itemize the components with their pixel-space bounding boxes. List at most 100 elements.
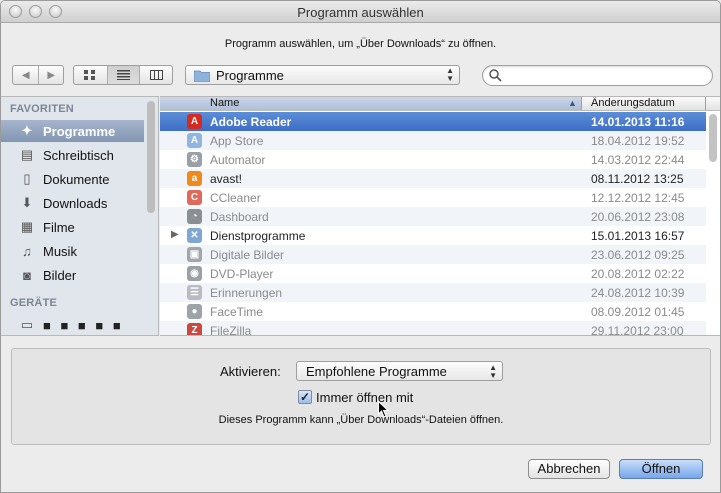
app-icon: A	[187, 133, 202, 148]
file-name: FaceTime	[210, 305, 263, 319]
app-icon: ✕	[187, 228, 202, 243]
list-icon	[116, 70, 130, 80]
file-name: Automator	[210, 153, 266, 167]
grid-icon	[84, 70, 96, 80]
icon-view-button[interactable]	[74, 66, 107, 84]
file-date: 18.04.2012 19:52	[591, 134, 685, 148]
history-nav: ◀ ▶	[12, 65, 64, 85]
date-column-header[interactable]: Änderungsdatum	[591, 97, 675, 109]
sidebar: FAVORITEN ✦ Programme ▤ Schreibtisch ▯ D…	[1, 96, 159, 336]
sidebar-item-filme[interactable]: ▦ Filme	[1, 216, 144, 238]
file-row[interactable]: ◉ DVD-Player 20.08.2012 02:22	[160, 264, 706, 283]
devices-header: GERÄTE	[10, 297, 58, 309]
back-button[interactable]: ◀	[13, 66, 38, 84]
app-icon: ◉	[187, 266, 202, 281]
file-date: 24.08.2012 10:39	[591, 286, 685, 300]
sidebar-scrollbar[interactable]	[147, 101, 155, 213]
file-row[interactable]: a avast! 08.11.2012 13:25	[160, 169, 706, 188]
file-row[interactable]: ▶ ✕ Dienstprogramme 15.01.2013 16:57	[160, 226, 706, 245]
file-row[interactable]: ◔ Dashboard 20.06.2012 23:08	[160, 207, 706, 226]
location-label: Programme	[216, 67, 284, 83]
sidebar-item-musik[interactable]: ♫ Musik	[1, 240, 144, 262]
name-column-header[interactable]: Name	[160, 97, 582, 110]
search-field[interactable]	[482, 65, 713, 86]
options-panel: Aktivieren: Empfohlene Programme ▲ ▼ ✓ Im…	[11, 348, 711, 445]
app-icon: A	[187, 114, 202, 129]
app-icon: ▣	[187, 247, 202, 262]
enable-popup[interactable]: Empfohlene Programme ▲ ▼	[296, 361, 503, 381]
file-name: Erinnerungen	[210, 286, 283, 300]
sidebar-item-label: Dokumente	[43, 171, 110, 187]
file-date: 20.06.2012 23:08	[591, 210, 685, 224]
column-divider	[705, 97, 706, 110]
file-row[interactable]: A App Store 18.04.2012 19:52	[160, 131, 706, 150]
sidebar-item-downloads[interactable]: ⬇ Downloads	[1, 192, 144, 214]
sidebar-item-schreibtisch[interactable]: ▤ Schreibtisch	[1, 144, 144, 166]
file-list: Name ▲ Änderungsdatum A Adobe Reader 14.01…	[160, 96, 720, 336]
sidebar-item-device[interactable]: ▭ ■ ■ ■ ■ ■	[1, 314, 144, 335]
sidebar-item-label: Programme	[43, 123, 116, 139]
always-open-checkbox[interactable]: ✓	[298, 390, 312, 404]
app-icon: ☰	[187, 285, 202, 300]
file-row[interactable]: Z FileZilla 29.11.2012 23:00	[160, 321, 706, 336]
file-row[interactable]: ● FaceTime 08.09.2012 01:45	[160, 302, 706, 321]
file-date: 12.12.2012 12:45	[591, 191, 685, 205]
open-button[interactable]: Öffnen	[619, 459, 703, 479]
file-date: 23.06.2012 09:25	[591, 248, 685, 262]
enable-label: Aktivieren:	[220, 364, 281, 379]
list-view-button[interactable]	[106, 66, 140, 84]
file-row[interactable]: ▣ Digitale Bilder 23.06.2012 09:25	[160, 245, 706, 264]
disk-icon: ▭	[20, 317, 34, 332]
sidebar-item-label: Bilder	[43, 267, 77, 283]
sort-ascending-icon: ▲	[568, 98, 577, 108]
sidebar-item-dokumente[interactable]: ▯ Dokumente	[1, 168, 144, 190]
app-icon: a	[187, 171, 202, 186]
pictures-icon: ◙	[23, 267, 31, 283]
file-name: Adobe Reader	[210, 115, 292, 129]
sidebar-item-label: Musik	[43, 243, 77, 259]
documents-icon: ▯	[23, 171, 31, 186]
search-icon	[489, 69, 502, 82]
file-name: App Store	[210, 134, 264, 148]
sidebar-item-programme[interactable]: ✦ Programme	[1, 120, 144, 142]
cancel-button[interactable]: Abbrechen	[528, 459, 610, 479]
location-popup[interactable]: Programme ▲ ▼	[185, 65, 460, 85]
checkmark-icon: ✓	[299, 390, 311, 404]
file-name: Dashboard	[210, 210, 269, 224]
file-name: Digitale Bilder	[210, 248, 285, 262]
enable-value: Empfohlene Programme	[306, 364, 447, 379]
file-row[interactable]: ☰ Erinnerungen 24.08.2012 10:39	[160, 283, 706, 302]
compatibility-info: Dieses Programm kann „Über Downloads“-Da…	[218, 414, 504, 426]
sidebar-item-label: Filme	[43, 219, 75, 235]
file-date: 29.11.2012 23:00	[591, 324, 684, 336]
file-row[interactable]: ⚙ Automator 14.03.2012 22:44	[160, 150, 706, 169]
downloads-icon: ⬇	[21, 195, 33, 210]
forward-button[interactable]: ▶	[38, 66, 63, 84]
always-open-label[interactable]: Immer öffnen mit	[316, 390, 413, 405]
sidebar-item-label: Downloads	[43, 195, 108, 211]
file-name: Dienstprogramme	[210, 229, 306, 243]
file-name: DVD-Player	[210, 267, 274, 281]
chevron-right-icon: ▶	[47, 69, 56, 81]
music-icon: ♫	[22, 243, 32, 259]
sidebar-item-bilder[interactable]: ◙ Bilder	[1, 264, 144, 286]
app-icon: ⚙	[187, 152, 202, 167]
folder-icon	[194, 70, 210, 82]
movies-icon: ▦	[20, 219, 34, 234]
mouse-cursor-icon	[378, 400, 390, 421]
disclosure-triangle-icon[interactable]: ▶	[171, 229, 179, 240]
view-mode-switch	[73, 65, 173, 85]
chevron-left-icon: ◀	[21, 69, 30, 81]
column-header: Name ▲ Änderungsdatum	[160, 97, 720, 111]
file-list-scrollbar[interactable]	[709, 114, 717, 162]
popup-arrows-icon: ▲ ▼	[489, 363, 497, 380]
title-bar: Programm auswählen	[1, 1, 720, 23]
app-icon: ●	[187, 304, 202, 319]
file-name: CCleaner	[210, 191, 261, 205]
file-row[interactable]: A Adobe Reader 14.01.2013 11:16	[160, 112, 706, 131]
file-date: 15.01.2013 16:57	[591, 229, 685, 243]
file-date: 08.11.2012 13:25	[591, 172, 684, 186]
file-row[interactable]: C CCleaner 12.12.2012 12:45	[160, 188, 706, 207]
column-view-button[interactable]	[139, 66, 172, 84]
window-title: Programm auswählen	[297, 5, 424, 20]
